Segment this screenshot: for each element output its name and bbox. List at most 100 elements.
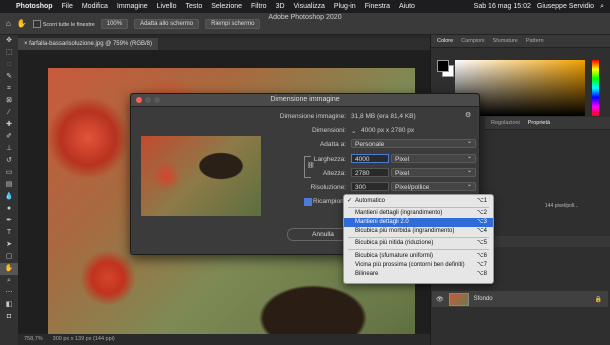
resolution-readout: 144 pixel/poll... [545, 203, 579, 209]
menu-item-label: Bicubica più nitida (riduzione) [355, 240, 434, 246]
menu-filtro[interactable]: Filtro [251, 3, 267, 10]
color-panel-tabs: Colore Campioni Sfumature Pattern [431, 35, 610, 48]
layer-thumbnail [448, 292, 469, 306]
zoom-tool-icon[interactable]: ⌕ [0, 275, 18, 287]
more-tools-icon[interactable]: ⋯ [0, 287, 18, 299]
lasso-tool-icon[interactable]: ◌ [0, 59, 18, 71]
hue-slider[interactable] [592, 60, 599, 116]
hand-tool-icon[interactable]: ✋ [0, 263, 18, 275]
menu-selezione[interactable]: Selezione [211, 3, 242, 10]
tab-regolazioni[interactable]: Regolazioni [491, 120, 520, 126]
settings-gear-icon[interactable]: ⚙ [465, 111, 471, 119]
minimize-window-icon[interactable] [145, 97, 151, 103]
menu-item-bicubic-sharper[interactable]: Bicubica più nitida (riduzione) ⌥5 [344, 239, 493, 248]
type-tool-icon[interactable]: T [0, 227, 18, 239]
resolution-unit-select[interactable]: Pixel/pollice [391, 181, 476, 191]
menu-item-bilinear[interactable]: Bilineare ⌥8 [344, 270, 493, 279]
tab-campioni[interactable]: Campioni [461, 38, 484, 44]
menu-item-label: Mantieni dettagli 2.0 [355, 219, 409, 225]
history-brush-icon[interactable]: ↺ [0, 155, 18, 167]
width-label: Larghezza: [313, 156, 346, 163]
menu-item-preserve-details-2[interactable]: Mantieni dettagli 2.0 ⌥3 [344, 218, 493, 227]
fit-select[interactable]: Personale [351, 138, 476, 148]
eraser-tool-icon[interactable]: ▭ [0, 167, 18, 179]
app-menu[interactable]: Photoshop [16, 3, 53, 10]
height-input[interactable]: 2780 [351, 168, 389, 177]
gradient-tool-icon[interactable]: ▤ [0, 179, 18, 191]
layer-name: Sfondo [473, 296, 493, 302]
move-tool-icon[interactable]: ✥ [0, 35, 18, 47]
tab-sfumature[interactable]: Sfumature [492, 38, 517, 44]
menu-livello[interactable]: Livello [157, 3, 177, 10]
clock[interactable]: Sab 16 mag 15:02 [474, 3, 531, 10]
menu-modifica[interactable]: Modifica [82, 3, 108, 10]
height-unit-select[interactable]: Pixel [391, 167, 476, 177]
menu-file[interactable]: File [62, 3, 73, 10]
menu-immagine[interactable]: Immagine [117, 3, 148, 10]
home-icon[interactable]: ⌂ [6, 19, 11, 28]
menu-item-automatico[interactable]: ✓ Automatico ⌥1 [344, 197, 493, 206]
menu-item-shortcut: ⌥6 [476, 253, 487, 259]
mac-menubar: Photoshop File Modifica Immagine Livello… [0, 0, 610, 13]
quick-select-tool-icon[interactable]: ✎ [0, 71, 18, 83]
menu-finestra[interactable]: Finestra [365, 3, 390, 10]
menu-item-shortcut: ⌥5 [476, 240, 487, 246]
zoom-status[interactable]: 758,7% [24, 334, 43, 345]
menu-item-bicubic[interactable]: Bicubica (sfumature uniformi) ⌥6 [344, 252, 493, 261]
menu-aiuto[interactable]: Aiuto [399, 3, 415, 10]
zoom-window-icon[interactable] [154, 97, 160, 103]
document-tab[interactable]: × farfalla-bassarisoluzione.jpg @ 759% (… [18, 38, 158, 50]
resample-menu: ✓ Automatico ⌥1 Mantieni dettagli (ingra… [343, 194, 494, 284]
menu-item-shortcut: ⌥3 [476, 219, 487, 225]
menu-item-bicubic-smoother[interactable]: Bicubica più morbida (ingrandimento) ⌥4 [344, 227, 493, 236]
pen-tool-icon[interactable]: ✒ [0, 215, 18, 227]
menu-item-preserve-details[interactable]: Mantieni dettagli (ingrandimento) ⌥2 [344, 209, 493, 218]
foreground-color-swatch[interactable] [437, 60, 449, 72]
zoom-100-button[interactable]: 100% [100, 18, 129, 29]
user-name[interactable]: Giuseppe Servidio [537, 3, 594, 10]
menu-item-label: Bilineare [355, 271, 379, 277]
tab-pattern[interactable]: Pattern [526, 38, 544, 44]
shape-tool-icon[interactable]: ▢ [0, 251, 18, 263]
stamp-tool-icon[interactable]: ⊥ [0, 143, 18, 155]
menu-item-nearest-neighbor[interactable]: Vicina più prossima (contorni ben defini… [344, 261, 493, 270]
eye-icon[interactable]: 👁 [436, 296, 444, 303]
menu-item-label: Automatico [355, 198, 386, 204]
width-input[interactable]: 4000 [351, 154, 389, 163]
size-label: Dimensione immagine: [279, 113, 346, 120]
hand-tool-icon[interactable]: ✋ [17, 19, 27, 28]
quick-mask-icon[interactable]: ◘ [0, 311, 18, 323]
menu-item-shortcut: ⌥4 [476, 228, 487, 234]
marquee-tool-icon[interactable]: ⬚ [0, 47, 18, 59]
menu-3d[interactable]: 3D [276, 3, 285, 10]
resample-checkbox[interactable] [304, 198, 312, 206]
scroll-all-checkbox[interactable]: Scorri tutte le finestre [32, 19, 95, 28]
chain-link-icon[interactable]: ⛓ [307, 162, 315, 169]
menu-visualizza[interactable]: Visualizza [294, 3, 325, 10]
close-window-icon[interactable] [136, 97, 142, 103]
tab-proprieta[interactable]: Proprietà [528, 120, 550, 126]
fit-label: Adatta a: [319, 141, 346, 148]
fit-screen-button[interactable]: Adatta allo schermo [134, 18, 200, 29]
tab-colore[interactable]: Colore [437, 38, 453, 44]
brush-tool-icon[interactable]: ✐ [0, 131, 18, 143]
eyedropper-tool-icon[interactable]: ⁄ [0, 107, 18, 119]
search-icon[interactable]: ⌕ [600, 3, 604, 11]
color-swatches-icon[interactable]: ◧ [0, 299, 18, 311]
dodge-tool-icon[interactable]: ● [0, 203, 18, 215]
menu-divider [348, 249, 489, 250]
crop-tool-icon[interactable]: ⌗ [0, 83, 18, 95]
menu-plugin[interactable]: Plug-in [334, 3, 356, 10]
healing-tool-icon[interactable]: ✚ [0, 119, 18, 131]
frame-tool-icon[interactable]: ⊠ [0, 95, 18, 107]
layer-row[interactable]: 👁 Sfondo 🔒 [432, 291, 608, 307]
dialog-title: Dimensione immagine [270, 96, 340, 103]
dialog-preview-image[interactable] [141, 136, 261, 216]
lock-icon: 🔒 [594, 296, 602, 303]
resolution-input[interactable]: 300 [351, 182, 389, 191]
width-unit-select[interactable]: Pixel [391, 153, 476, 163]
dims-unit-chevron-icon[interactable]: ⌄ [351, 127, 356, 135]
path-select-icon[interactable]: ➤ [0, 239, 18, 251]
menu-testo[interactable]: Testo [186, 3, 203, 10]
blur-tool-icon[interactable]: 💧 [0, 191, 18, 203]
